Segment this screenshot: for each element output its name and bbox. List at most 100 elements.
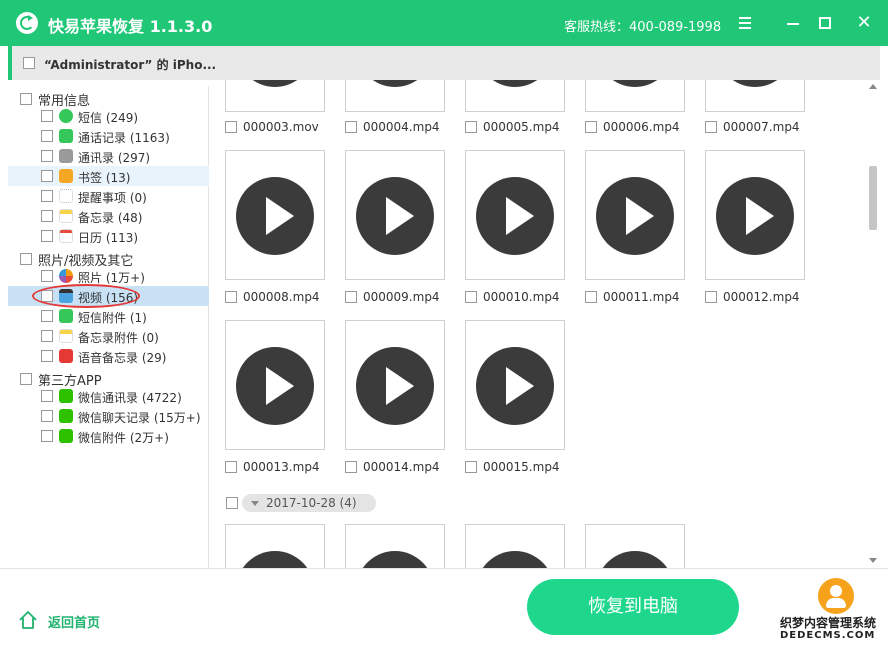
sidebar-item-wechat-contacts[interactable]: 微信通讯录 (4722): [8, 386, 209, 406]
scroll-up-icon[interactable]: [869, 84, 877, 89]
group-third-party-apps[interactable]: 第三方APP: [8, 368, 209, 389]
sidebar-item-wechat-attachments[interactable]: 微信附件 (2万+): [8, 426, 209, 446]
sidebar-item-messages[interactable]: 短信 (249): [8, 106, 209, 126]
sidebar-item-message-attachments[interactable]: 短信附件 (1): [8, 306, 209, 326]
video-thumbnail[interactable]: [225, 524, 325, 568]
recover-to-computer-button[interactable]: 恢复到电脑: [527, 579, 739, 635]
item-label: 日历: [78, 231, 103, 245]
video-thumbnail[interactable]: [585, 150, 685, 280]
item-checkbox[interactable]: [41, 190, 53, 202]
sidebar-item-notes[interactable]: 备忘录 (48): [8, 206, 209, 226]
video-item[interactable]: 000006.mp4: [585, 120, 680, 134]
video-item[interactable]: 000003.mov: [225, 120, 319, 134]
video-checkbox[interactable]: [345, 121, 357, 133]
maximize-icon[interactable]: [810, 8, 840, 38]
video-thumbnail[interactable]: [465, 80, 565, 112]
video-item[interactable]: 000012.mp4: [705, 290, 800, 304]
video-thumbnail[interactable]: [705, 80, 805, 112]
video-filename: 000014.mp4: [363, 460, 440, 474]
date-group-label[interactable]: 2017-10-28 (4): [242, 494, 376, 512]
video-checkbox[interactable]: [345, 461, 357, 473]
scroll-thumb[interactable]: [869, 166, 877, 230]
sidebar-item-calendar[interactable]: 日历 (113): [8, 226, 209, 246]
group-checkbox[interactable]: [20, 373, 32, 385]
item-checkbox[interactable]: [41, 210, 53, 222]
video-thumbnail[interactable]: [225, 80, 325, 112]
item-count: (0): [129, 191, 147, 205]
video-checkbox[interactable]: [345, 291, 357, 303]
sidebar-item-reminders[interactable]: 提醒事项 (0): [8, 186, 209, 206]
video-checkbox[interactable]: [585, 121, 597, 133]
video-thumbnail[interactable]: [345, 320, 445, 450]
content-scrollbar[interactable]: [866, 80, 880, 568]
item-checkbox[interactable]: [41, 110, 53, 122]
video-thumbnail[interactable]: [465, 524, 565, 568]
scroll-down-icon[interactable]: [869, 558, 877, 563]
item-checkbox[interactable]: [41, 310, 53, 322]
date-group-checkbox[interactable]: [226, 497, 238, 509]
device-bar: “Administrator” 的 iPho...: [8, 46, 880, 80]
video-thumbnail[interactable]: [705, 150, 805, 280]
item-count: (13): [105, 171, 131, 185]
video-checkbox[interactable]: [705, 291, 717, 303]
video-checkbox[interactable]: [465, 291, 477, 303]
video-item[interactable]: 000009.mp4: [345, 290, 440, 304]
video-thumbnail[interactable]: [345, 524, 445, 568]
video-checkbox[interactable]: [465, 121, 477, 133]
item-checkbox[interactable]: [41, 230, 53, 242]
video-item[interactable]: 000005.mp4: [465, 120, 560, 134]
sidebar-item-bookmarks[interactable]: 书签 (13): [8, 166, 209, 186]
group-checkbox[interactable]: [20, 93, 32, 105]
item-checkbox[interactable]: [41, 130, 53, 142]
video-checkbox[interactable]: [585, 291, 597, 303]
video-item[interactable]: 000015.mp4: [465, 460, 560, 474]
item-checkbox[interactable]: [41, 170, 53, 182]
bookmark-icon: [59, 169, 73, 183]
menu-icon[interactable]: [730, 8, 760, 38]
video-filename: 000015.mp4: [483, 460, 560, 474]
item-checkbox[interactable]: [41, 150, 53, 162]
video-thumbnail[interactable]: [465, 150, 565, 280]
video-thumbnail[interactable]: [585, 80, 685, 112]
item-checkbox[interactable]: [41, 390, 53, 402]
group-common-info[interactable]: 常用信息: [8, 88, 209, 109]
play-icon: [236, 80, 314, 87]
video-thumbnail[interactable]: [465, 320, 565, 450]
item-checkbox[interactable]: [41, 350, 53, 362]
item-checkbox[interactable]: [41, 410, 53, 422]
sidebar-item-contacts[interactable]: 通讯录 (297): [8, 146, 209, 166]
video-checkbox[interactable]: [705, 121, 717, 133]
item-checkbox[interactable]: [41, 270, 53, 282]
item-checkbox[interactable]: [41, 430, 53, 442]
video-thumbnail[interactable]: [585, 524, 685, 568]
video-item[interactable]: 000010.mp4: [465, 290, 560, 304]
group-photos-videos[interactable]: 照片/视频及其它: [8, 248, 209, 269]
video-thumbnail[interactable]: [345, 80, 445, 112]
video-thumbnail[interactable]: [225, 150, 325, 280]
video-checkbox[interactable]: [225, 291, 237, 303]
customer-support-icon[interactable]: [818, 578, 854, 614]
video-item[interactable]: 000004.mp4: [345, 120, 440, 134]
minimize-icon[interactable]: [778, 8, 808, 38]
video-item[interactable]: 000014.mp4: [345, 460, 440, 474]
video-thumbnail[interactable]: [225, 320, 325, 450]
video-item[interactable]: 000007.mp4: [705, 120, 800, 134]
video-checkbox[interactable]: [465, 461, 477, 473]
sidebar-item-voice-memos[interactable]: 语音备忘录 (29): [8, 346, 209, 366]
sidebar-item-call-log[interactable]: 通话记录 (1163): [8, 126, 209, 146]
video-item[interactable]: 000013.mp4: [225, 460, 320, 474]
item-checkbox[interactable]: [41, 330, 53, 342]
video-item[interactable]: 000011.mp4: [585, 290, 680, 304]
item-label: 通话记录: [78, 131, 127, 145]
video-thumbnail[interactable]: [345, 150, 445, 280]
video-item[interactable]: 000008.mp4: [225, 290, 320, 304]
sidebar-item-photos[interactable]: 照片 (1万+): [8, 266, 209, 286]
close-icon[interactable]: ✕: [849, 8, 879, 38]
sidebar-item-wechat-chat[interactable]: 微信聊天记录 (15万+): [8, 406, 209, 426]
sidebar-item-notes-attachments[interactable]: 备忘录附件 (0): [8, 326, 209, 346]
group-checkbox[interactable]: [20, 253, 32, 265]
item-count: (4722): [141, 391, 182, 405]
video-checkbox[interactable]: [225, 461, 237, 473]
video-checkbox[interactable]: [225, 121, 237, 133]
device-checkbox[interactable]: [23, 57, 35, 69]
